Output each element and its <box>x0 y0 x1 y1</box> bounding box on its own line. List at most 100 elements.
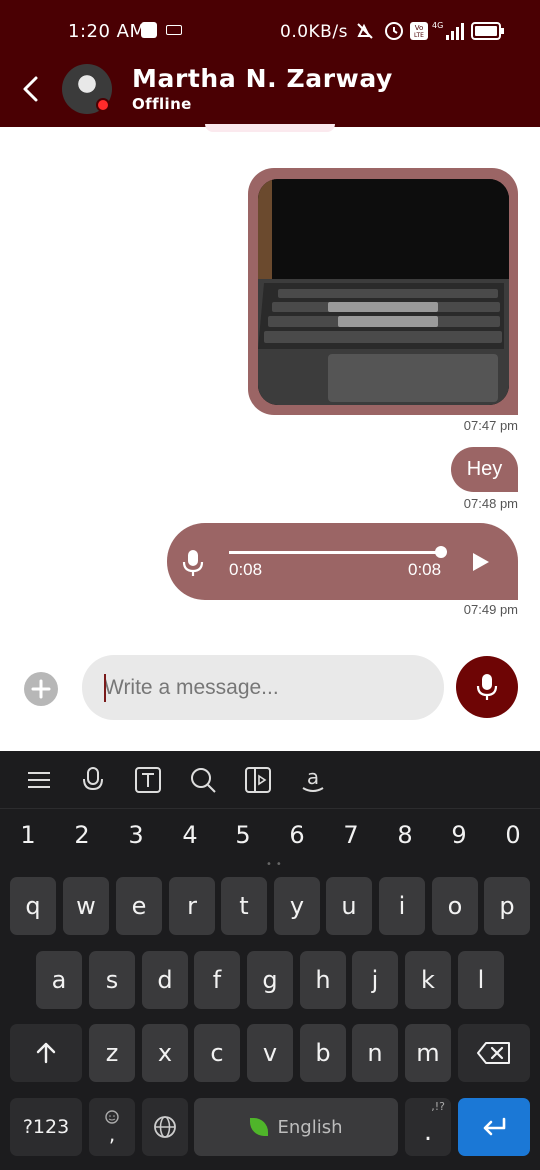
signal-icon: 4G <box>432 21 464 40</box>
key-q[interactable]: q <box>10 877 56 935</box>
svg-text:Vo: Vo <box>415 24 424 32</box>
emoji-icon: , <box>105 1110 119 1145</box>
key-m[interactable]: m <box>405 1024 451 1082</box>
key-j[interactable]: j <box>352 951 398 1009</box>
key-7[interactable]: 7 <box>331 821 371 849</box>
key-l[interactable]: l <box>458 951 504 1009</box>
microphone-icon <box>182 550 204 576</box>
svg-text:4G: 4G <box>432 21 443 30</box>
notification-icon <box>141 22 157 38</box>
text-format-icon[interactable] <box>133 765 163 795</box>
key-2[interactable]: 2 <box>62 821 102 849</box>
plus-icon <box>31 679 51 699</box>
keyboard-toolbar: a <box>0 751 540 809</box>
svg-text:,: , <box>109 1122 115 1145</box>
key-x[interactable]: x <box>142 1024 188 1082</box>
key-4[interactable]: 4 <box>170 821 210 849</box>
top-bar: 1:20 AM 0.0KB/s Vo LTE 4G Martha N. Zarw… <box>0 0 540 127</box>
battery-icon <box>471 22 504 40</box>
audio-elapsed: 0:08 <box>229 560 263 579</box>
key-s[interactable]: s <box>89 951 135 1009</box>
enter-key[interactable] <box>458 1098 530 1156</box>
key-3[interactable]: 3 <box>116 821 156 849</box>
status-time: 1:20 AM <box>68 21 146 42</box>
text-message-bubble[interactable]: Hey <box>451 447 518 492</box>
previous-message-edge <box>205 124 335 132</box>
contact-name[interactable]: Martha N. Zarway <box>132 64 393 93</box>
audio-progress-track[interactable] <box>229 551 441 554</box>
mute-icon <box>357 23 373 39</box>
message-time: 07:48 pm <box>463 496 518 511</box>
backspace-icon <box>477 1042 510 1064</box>
add-attachment-button[interactable] <box>24 672 58 706</box>
play-icon[interactable] <box>472 552 490 572</box>
key-c[interactable]: c <box>194 1024 240 1082</box>
enter-icon <box>483 1117 506 1136</box>
volte-icon: Vo LTE <box>410 22 428 40</box>
backspace-key[interactable] <box>458 1024 530 1082</box>
leaf-logo-icon <box>249 1118 268 1136</box>
key-5[interactable]: 5 <box>223 821 263 849</box>
key-8[interactable]: 8 <box>385 821 425 849</box>
key-v[interactable]: v <box>247 1024 293 1082</box>
status-bar: 1:20 AM 0.0KB/s Vo LTE 4G <box>0 0 540 62</box>
back-arrow-icon[interactable] <box>18 74 44 104</box>
key-r[interactable]: r <box>169 877 215 935</box>
svg-text:LTE: LTE <box>414 32 424 39</box>
page-indicator: •• <box>266 859 286 870</box>
amazon-icon[interactable]: a <box>298 765 328 795</box>
space-key[interactable]: English <box>194 1098 398 1156</box>
key-1[interactable]: 1 <box>8 821 48 849</box>
message-input[interactable] <box>82 655 444 720</box>
soft-keyboard: a 1 2 3 4 5 6 7 8 9 0 •• q w e r t y u i… <box>0 751 540 1170</box>
shift-arrow-icon <box>36 1042 56 1064</box>
key-w[interactable]: w <box>63 877 109 935</box>
key-6[interactable]: 6 <box>277 821 317 849</box>
key-g[interactable]: g <box>247 951 293 1009</box>
record-voice-button[interactable] <box>456 656 518 718</box>
symbols-key[interactable]: ?123 <box>10 1098 82 1156</box>
presence-dot <box>96 98 110 112</box>
text-cursor <box>104 674 106 702</box>
laptop-photo[interactable] <box>258 179 509 405</box>
key-a[interactable]: a <box>36 951 82 1009</box>
svg-text:a: a <box>307 765 319 789</box>
network-speed: 0.0KB/s <box>280 22 348 42</box>
period-key-label: . <box>423 1117 433 1147</box>
key-h[interactable]: h <box>300 951 346 1009</box>
space-key-label: English <box>277 1116 343 1138</box>
key-i[interactable]: i <box>379 877 425 935</box>
key-n[interactable]: n <box>352 1024 398 1082</box>
key-t[interactable]: t <box>221 877 267 935</box>
key-e[interactable]: e <box>116 877 162 935</box>
key-u[interactable]: u <box>326 877 372 935</box>
key-d[interactable]: d <box>142 951 188 1009</box>
search-icon[interactable] <box>188 765 218 795</box>
voice-input-icon[interactable] <box>78 765 108 795</box>
emoji-comma-key[interactable]: , <box>89 1098 135 1156</box>
language-key[interactable] <box>142 1098 188 1156</box>
period-key[interactable]: ,!? . <box>405 1098 451 1156</box>
alarm-icon <box>385 22 403 40</box>
message-time: 07:47 pm <box>463 418 518 433</box>
key-9[interactable]: 9 <box>439 821 479 849</box>
key-y[interactable]: y <box>274 877 320 935</box>
key-z[interactable]: z <box>89 1024 135 1082</box>
microphone-icon <box>476 674 498 700</box>
key-b[interactable]: b <box>300 1024 346 1082</box>
laptop-image <box>258 179 509 405</box>
key-0[interactable]: 0 <box>493 821 533 849</box>
key-o[interactable]: o <box>432 877 478 935</box>
key-k[interactable]: k <box>405 951 451 1009</box>
status-icons: Vo LTE 4G <box>357 21 504 40</box>
contact-status: Offline <box>132 95 192 113</box>
audio-duration: 0:08 <box>408 560 442 579</box>
audio-seek-handle[interactable] <box>435 546 447 558</box>
keyboard-notification-icon <box>166 25 182 35</box>
menu-icon[interactable] <box>24 765 54 795</box>
clipboard-panel-icon[interactable] <box>243 765 273 795</box>
shift-key[interactable] <box>10 1024 82 1082</box>
key-p[interactable]: p <box>484 877 530 935</box>
key-f[interactable]: f <box>194 951 240 1009</box>
message-time: 07:49 pm <box>463 602 518 617</box>
